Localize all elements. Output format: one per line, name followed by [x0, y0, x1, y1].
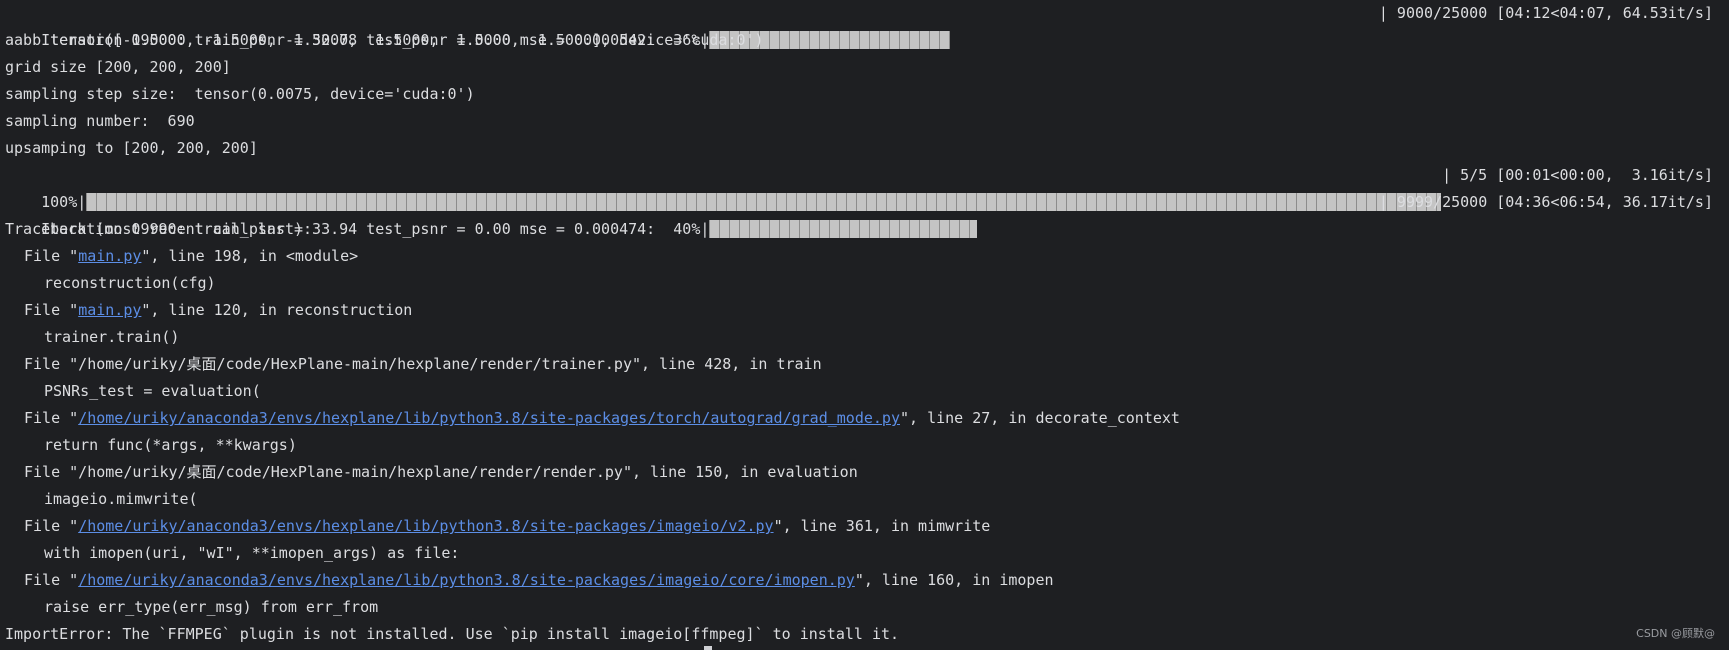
file-link[interactable]: main.py — [78, 247, 141, 265]
traceback-code: return func(*args, **kwargs) — [44, 436, 297, 454]
traceback-frame: File "main.py", line 120, in reconstruct… — [5, 297, 1729, 324]
frame-suffix: ", line 198, in <module> — [141, 247, 359, 265]
traceback-frame: File "/home/uriky/anaconda3/envs/hexplan… — [5, 513, 1729, 540]
upsamping-line: upsamping to [200, 200, 200] — [5, 139, 258, 157]
progress-stats: | 9999/25000 [04:36<06:54, 36.17it/s] — [1378, 193, 1713, 211]
traceback-frame: File "/home/uriky/桌面/code/HexPlane-main/… — [24, 355, 822, 373]
frame-prefix: File " — [24, 517, 79, 535]
file-link[interactable]: /home/uriky/anaconda3/envs/hexplane/lib/… — [78, 517, 773, 535]
frame-suffix: ", line 160, in imopen — [854, 571, 1054, 589]
traceback-header: Traceback (most recent call last): — [5, 220, 313, 238]
text-cursor — [704, 646, 712, 650]
frame-suffix: ", line 361, in mimwrite — [773, 517, 991, 535]
progress-stats: | 9000/25000 [04:12<04:07, 64.53it/s] — [1378, 4, 1713, 22]
grid-size-line: grid size [200, 200, 200] — [5, 58, 231, 76]
file-link[interactable]: /home/uriky/anaconda3/envs/hexplane/lib/… — [78, 409, 900, 427]
traceback-code: imageio.mimwrite( — [44, 490, 198, 508]
traceback-frame: File "/home/uriky/anaconda3/envs/hexplan… — [5, 567, 1729, 594]
csdn-watermark: CSDN @顾默@ — [1636, 627, 1715, 640]
file-link[interactable]: /home/uriky/anaconda3/envs/hexplane/lib/… — [78, 571, 855, 589]
traceback-code: PSNRs_test = evaluation( — [44, 382, 261, 400]
error-message: ImportError: The `FFMPEG` plugin is not … — [5, 625, 900, 643]
sampling-number-line: sampling number: 690 — [5, 112, 195, 130]
traceback-frame: File "main.py", line 198, in <module> — [5, 243, 1729, 270]
frame-prefix: File " — [24, 409, 79, 427]
traceback-code: raise err_type(err_msg) from err_from — [44, 598, 379, 616]
traceback-code: with imopen(uri, "wI", **imopen_args) as… — [44, 544, 460, 562]
terminal-output: Iteration 09000: train_psnr = 32.78 test… — [0, 0, 1729, 650]
frame-prefix: File " — [24, 301, 79, 319]
traceback-code: trainer.train() — [44, 328, 180, 346]
traceback-frame: File "/home/uriky/桌面/code/HexPlane-main/… — [24, 463, 858, 481]
aabb-line: aabb tensor([-1.5000, -1.5000, -1.5000, … — [5, 31, 764, 49]
traceback-code: reconstruction(cfg) — [44, 274, 216, 292]
frame-prefix: File " — [24, 247, 79, 265]
frame-suffix: ", line 120, in reconstruction — [141, 301, 413, 319]
progress-line-iteration-9990: Iteration 09990: train_psnr = 33.94 test… — [5, 189, 1729, 238]
traceback-frame: File "/home/uriky/anaconda3/envs/hexplan… — [5, 405, 1729, 432]
file-link[interactable]: main.py — [78, 301, 141, 319]
render-progress-line: 100%| | 5/5 [00:01<00:00, 3.16it/s] — [5, 162, 1729, 211]
frame-suffix: ", line 27, in decorate_context — [900, 409, 1180, 427]
sampling-step-line: sampling step size: tensor(0.0075, devic… — [5, 85, 475, 103]
progress-stats: | 5/5 [00:01<00:00, 3.16it/s] — [1442, 166, 1713, 184]
progress-line-iteration-9000: Iteration 09000: train_psnr = 32.78 test… — [5, 0, 1729, 49]
frame-prefix: File " — [24, 571, 79, 589]
